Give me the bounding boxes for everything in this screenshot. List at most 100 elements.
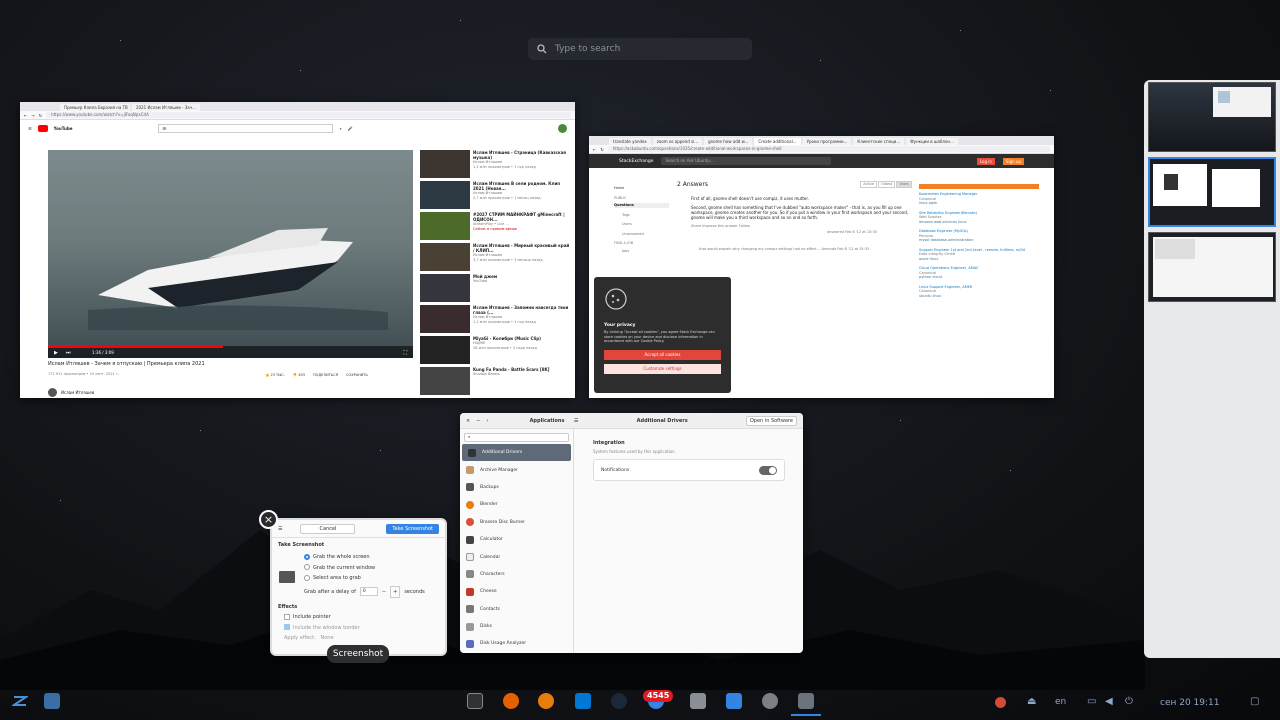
screenshot-app-icon[interactable]: [798, 693, 814, 709]
customize-settings-button[interactable]: Customize settings: [604, 363, 721, 374]
accept-cookies-button[interactable]: Accept all cookies: [604, 349, 721, 360]
search-icon[interactable]: ⌕: [339, 126, 341, 131]
url-bar[interactable]: https://www.youtube.com/watch?v=jIFaqNpx…: [46, 112, 571, 118]
yt-search-input[interactable]: m: [158, 123, 334, 133]
sort-oldest[interactable]: Oldest: [878, 181, 896, 188]
sidebar-item-cheese[interactable]: Cheese: [460, 583, 573, 600]
sidebar-item-calendar[interactable]: Calendar: [460, 548, 573, 565]
channel-avatar[interactable]: [48, 388, 57, 397]
record-icon[interactable]: [995, 697, 1006, 708]
workspace-thumbnail[interactable]: [1148, 82, 1276, 152]
open-in-software-button[interactable]: Open in Software: [745, 415, 797, 426]
askubuntu-window[interactable]: translate yandex zoom os append si... gn…: [589, 136, 1054, 398]
play-icon[interactable]: ▶: [54, 350, 58, 356]
sidebar-item-disks[interactable]: Disks: [460, 618, 573, 635]
signup-button[interactable]: Sign up: [1002, 157, 1024, 165]
tasks-icon[interactable]: [726, 693, 742, 709]
job-item[interactable]: Database Engineer (MySQL) Percona mysql da…: [919, 229, 1039, 243]
login-button[interactable]: Log in: [976, 157, 995, 165]
job-item[interactable]: Site Reliability Engineer(Remote) Web Sco…: [919, 211, 1039, 225]
job-item[interactable]: Kubernetes Engineering Manager Canonical l…: [919, 192, 1039, 206]
workspace-thumbnail[interactable]: [1148, 232, 1276, 302]
sidebar-item-archive-manager[interactable]: Archive Manager: [460, 461, 573, 478]
browser-tab[interactable]: Клиентские специ...: [853, 138, 905, 145]
effect-select[interactable]: None: [320, 635, 333, 641]
browser-tab[interactable]: 2021 Ислам Итляшев - Зач...: [132, 104, 200, 111]
increase-icon[interactable]: +: [390, 585, 401, 598]
nav-tags[interactable]: Tags: [614, 213, 669, 218]
include-pointer-checkbox[interactable]: Include pointer: [284, 612, 439, 623]
minimize-icon[interactable]: −: [476, 418, 480, 424]
list-item[interactable]: Ислам Итляшев - Запомни навсегда твои гл…: [420, 305, 570, 333]
display-icon[interactable]: ▭: [1087, 696, 1096, 707]
site-logo[interactable]: StackExchange: [619, 159, 653, 164]
browser-tab[interactable]: gnome how add w...: [704, 138, 753, 145]
reload-icon[interactable]: ↻: [39, 113, 42, 118]
workspace-thumbnail-active[interactable]: [1148, 157, 1276, 227]
video-player[interactable]: ▶ ⏭ 1:36 / 3:09 ⛶: [48, 150, 413, 358]
sidebar-item-characters[interactable]: Characters: [460, 566, 573, 583]
terminal-icon[interactable]: [467, 693, 483, 709]
steam-icon[interactable]: [611, 693, 627, 709]
browser-tab[interactable]: Уроки программи...: [802, 138, 852, 145]
back-icon[interactable]: ‹: [486, 418, 488, 424]
grab-whole-screen-radio[interactable]: Grab the whole screen: [304, 552, 439, 563]
volume-icon[interactable]: ◀: [1105, 696, 1113, 707]
forward-icon[interactable]: →: [31, 113, 34, 118]
grab-current-window-radio[interactable]: Grab the current window: [304, 563, 439, 574]
close-icon[interactable]: ×: [466, 418, 470, 424]
zorin-menu-icon[interactable]: [12, 693, 28, 709]
nav-unanswered[interactable]: Unanswered: [614, 232, 669, 237]
files-icon[interactable]: [690, 693, 706, 709]
youtube-window[interactable]: Премьер Клипа Евразия на ТВ 2021 Ислам И…: [20, 102, 575, 398]
browser-tab[interactable]: translate yandex: [609, 138, 651, 145]
save-button[interactable]: СОХРАНИТЬ: [346, 373, 368, 378]
select-area-radio[interactable]: Select area to grab: [304, 573, 439, 584]
blender-icon[interactable]: [538, 693, 554, 709]
nav-home[interactable]: Home: [614, 186, 669, 191]
back-icon[interactable]: ←: [24, 113, 27, 118]
firefox-icon[interactable]: [503, 693, 519, 709]
take-screenshot-button[interactable]: Take Screenshot: [386, 523, 439, 534]
nav-jobs[interactable]: Jobs: [614, 249, 669, 254]
decrease-icon[interactable]: −: [382, 587, 386, 598]
include-border-checkbox[interactable]: Include the window border: [284, 623, 439, 634]
search-bar[interactable]: Type to search: [528, 38, 752, 60]
avatar[interactable]: [558, 123, 567, 133]
list-item[interactable]: Мой джем YouTube: [420, 274, 570, 302]
site-search-input[interactable]: Search on Ask Ubuntu...: [661, 157, 832, 165]
list-item[interactable]: Ислам Итляшев В сели родном. Клип 2021 (…: [420, 181, 570, 209]
show-desktop-icon[interactable]: ▢: [1250, 696, 1259, 707]
list-item[interactable]: MiyaGi - Колибри (Music Clip) HAJIME 18 мл…: [420, 336, 570, 364]
list-item[interactable]: Ислам Итляшев - Страница (Кавказская муз…: [420, 150, 570, 178]
sidebar-item-disk-usage[interactable]: Disk Usage Analyzer: [460, 635, 573, 652]
nav-users[interactable]: Users: [614, 222, 669, 227]
search-input[interactable]: ⌕: [464, 433, 569, 442]
settings-window[interactable]: × − ‹ Applications ☰ Additional Drivers Op…: [460, 413, 803, 653]
list-item[interactable]: Kung Fu Panda - Battle Scars [8K] Shadow …: [420, 367, 570, 395]
fullscreen-icon[interactable]: ⛶: [403, 350, 407, 356]
back-icon[interactable]: ←: [593, 147, 596, 152]
delay-input[interactable]: 0: [359, 587, 378, 597]
notifications-toggle[interactable]: [759, 465, 777, 475]
mic-icon[interactable]: 🎤: [348, 126, 353, 131]
list-item[interactable]: Ислам Итляшев - Мирный красивый край / К…: [420, 243, 570, 271]
browser-tab[interactable]: Функции в шаблон...: [906, 138, 958, 145]
sidebar-item-contacts[interactable]: Contacts: [460, 601, 573, 618]
browser-tab-active[interactable]: Create additional...: [754, 138, 801, 145]
list-item[interactable]: #2027 СТРИМ МАЙНКРАФТ gMinecraft | ОДИСО…: [420, 212, 570, 240]
power-icon[interactable]: ⏻: [1125, 696, 1133, 707]
like-button[interactable]: 👍 23 ТЫС.: [265, 373, 285, 378]
sort-votes[interactable]: Votes: [896, 181, 912, 188]
keyboard-layout[interactable]: en: [1055, 697, 1066, 707]
sidebar-item-brasero[interactable]: Brasero Disc Burner: [460, 514, 573, 531]
settings-icon[interactable]: [762, 693, 778, 709]
vscode-icon[interactable]: [575, 693, 591, 709]
browser-tab[interactable]: zoom os append si...: [652, 138, 703, 145]
share-button[interactable]: ПОДЕЛИТЬСЯ: [313, 373, 338, 378]
screenshot-dialog[interactable]: ☰ Cancel Take Screenshot Take Screenshot…: [270, 518, 447, 656]
sidebar-item-backups[interactable]: Backups: [460, 479, 573, 496]
workspaces-icon[interactable]: [44, 693, 60, 709]
clock[interactable]: сен 20 19:11: [1160, 698, 1219, 708]
channel-name[interactable]: Ислам Итляшев: [61, 390, 94, 395]
